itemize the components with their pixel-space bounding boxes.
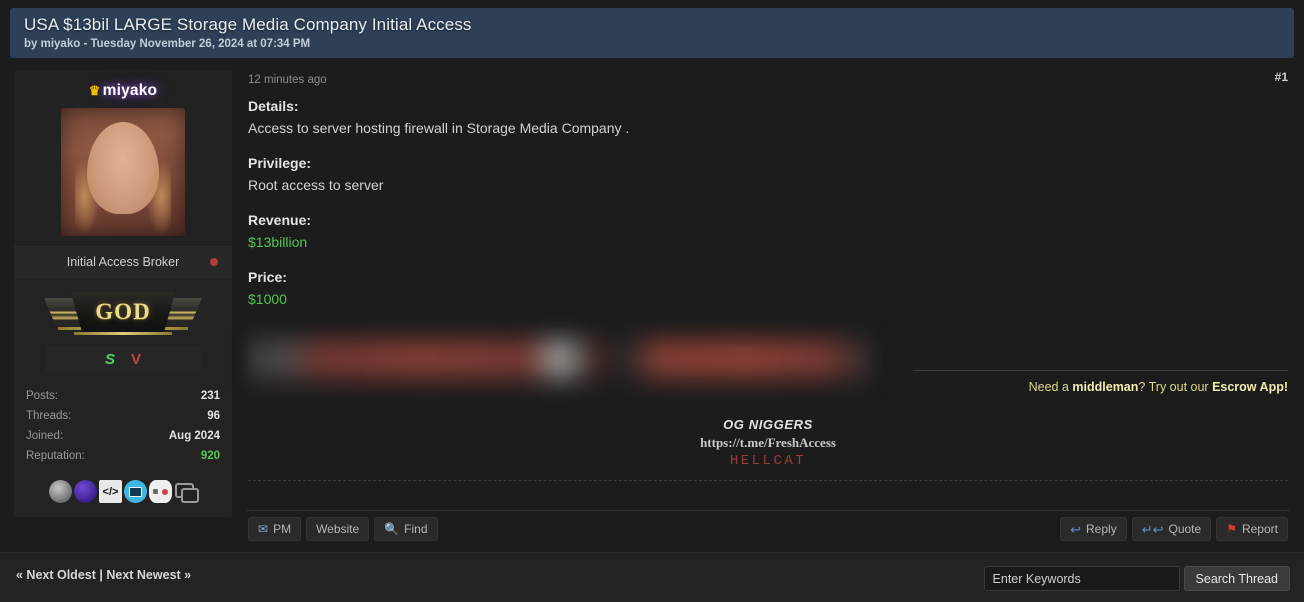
discord-award-icon[interactable] xyxy=(74,480,97,503)
gamepad-award-icon[interactable] xyxy=(149,480,172,503)
mail-icon: ✉ xyxy=(258,522,269,536)
author-details: GOD S V Posts: 231 Threads: 96 Joined: A… xyxy=(14,278,232,517)
search-input[interactable] xyxy=(983,566,1180,591)
quote-arrows-icon: ↵↩ xyxy=(1141,521,1164,537)
middleman-prefix: Need a xyxy=(1028,380,1073,394)
signature-telegram-link[interactable]: https://t.me/FreshAccess xyxy=(246,434,1290,452)
quote-button[interactable]: ↵↩ Quote xyxy=(1131,517,1212,541)
rank-plate: GOD xyxy=(70,292,176,332)
stat-threads-label: Threads: xyxy=(26,410,72,422)
chat-award-icon[interactable] xyxy=(174,480,199,503)
usertitle-label: Initial Access Broker xyxy=(66,255,180,269)
details-text: Access to server hosting firewall in Sto… xyxy=(248,120,630,136)
revenue-value: $13billion xyxy=(248,234,308,250)
thread-byline: by miyako - Tuesday November 26, 2024 at… xyxy=(24,38,311,50)
details-label: Details: xyxy=(248,98,299,114)
crown-icon: ♛ xyxy=(88,83,101,98)
post-body: Details: Access to server hosting firewa… xyxy=(246,92,1290,390)
middleman-middle: ? Try out our xyxy=(1138,380,1213,394)
find-button-label: Find xyxy=(404,522,428,536)
stat-joined-label: Joined: xyxy=(26,430,64,442)
rank-label: GOD xyxy=(95,299,151,324)
forum-thread-page: USA $13bil LARGE Storage Media Company I… xyxy=(0,0,1304,602)
stat-joined-value: Aug 2024 xyxy=(168,430,220,442)
usertitle-bar: Initial Access Broker xyxy=(14,247,232,278)
author-username[interactable]: ♛ miyako xyxy=(22,82,224,100)
thread-navigation: « Next Oldest | Next Newest » xyxy=(16,568,191,582)
search-thread-button[interactable]: Search Thread xyxy=(1183,566,1290,591)
post-action-bar: ✉ PM Website 🔍 Find ↩ Reply ↵↩ Quote ⚑ R… xyxy=(246,510,1290,542)
post-container: ♛ miyako Initial Access Broker GOD S V P… xyxy=(14,70,1290,543)
post-signature: OG NIGGERS https://t.me/FreshAccess HELL… xyxy=(246,416,1290,471)
stat-threads: Threads: 96 xyxy=(26,406,220,426)
badge-v-icon[interactable]: V xyxy=(131,351,141,368)
price-value: $1000 xyxy=(248,291,287,307)
escrow-app-link[interactable]: Escrow App! xyxy=(1212,380,1288,394)
stat-posts-value: 231 xyxy=(200,390,220,402)
privilege-text: Root access to server xyxy=(248,177,384,193)
divider xyxy=(913,370,1288,371)
thread-footer: « Next Oldest | Next Newest » Search Thr… xyxy=(0,552,1304,602)
search-icon: 🔍 xyxy=(384,522,400,536)
stat-joined: Joined: Aug 2024 xyxy=(26,426,220,446)
thread-search: Search Thread xyxy=(983,566,1290,591)
report-button-label: Report xyxy=(1241,522,1278,536)
middleman-text[interactable]: Need a middleman? Try out our Escrow App… xyxy=(913,380,1288,394)
signature-line-3: HELLCAT xyxy=(729,453,807,469)
nav-divider: | xyxy=(95,568,107,582)
flag-icon: ⚑ xyxy=(1226,522,1237,536)
redacted-content-block xyxy=(248,330,873,390)
website-button[interactable]: Website xyxy=(306,517,370,541)
anvil-award-icon[interactable] xyxy=(49,480,72,503)
reply-button[interactable]: ↩ Reply xyxy=(1060,517,1127,541)
middleman-promo: Need a middleman? Try out our Escrow App… xyxy=(913,370,1288,394)
post-timestamp: 12 minutes ago xyxy=(248,74,327,86)
privilege-label: Privilege: xyxy=(248,155,312,171)
code-award-icon[interactable]: </> xyxy=(99,480,122,503)
pm-button-label: PM xyxy=(273,522,292,536)
author-panel: ♛ miyako Initial Access Broker GOD S V P… xyxy=(14,70,232,517)
next-newest-link[interactable]: Next Newest » xyxy=(106,568,191,582)
award-icons-row: </> xyxy=(24,480,222,507)
report-button[interactable]: ⚑ Report xyxy=(1216,517,1288,541)
badge-s-icon[interactable]: S xyxy=(105,351,115,368)
post-reply-buttons: ↩ Reply ↵↩ Quote ⚑ Report xyxy=(1060,517,1288,541)
stat-reputation: Reputation: 920 xyxy=(26,446,220,466)
reply-arrow-icon: ↩ xyxy=(1070,521,1082,537)
reply-button-label: Reply xyxy=(1086,522,1117,536)
online-status-dot xyxy=(210,258,218,266)
rank-stripe-lower xyxy=(74,332,172,335)
website-button-label: Website xyxy=(316,522,360,536)
post-meta: 12 minutes ago #1 xyxy=(246,70,1290,92)
middleman-word: middleman xyxy=(1072,380,1139,394)
post-content-panel: 12 minutes ago #1 Details: Access to ser… xyxy=(246,70,1290,543)
username-text: miyako xyxy=(102,82,158,99)
price-label: Price: xyxy=(248,269,287,285)
find-button[interactable]: 🔍 Find xyxy=(374,517,438,541)
monitor-award-icon[interactable] xyxy=(124,480,147,503)
stat-posts: Posts: 231 xyxy=(26,386,220,406)
stat-reputation-label: Reputation: xyxy=(26,450,85,462)
quote-button-label: Quote xyxy=(1168,522,1202,536)
pm-button[interactable]: ✉ PM xyxy=(248,517,302,541)
signature-line-1: OG NIGGERS xyxy=(723,417,813,432)
author-action-buttons: ✉ PM Website 🔍 Find xyxy=(248,517,438,541)
stat-posts-label: Posts: xyxy=(26,390,58,402)
author-badges: S V xyxy=(45,346,201,372)
author-identity: ♛ miyako xyxy=(14,70,232,247)
thread-header: USA $13bil LARGE Storage Media Company I… xyxy=(10,8,1294,58)
stat-reputation-value[interactable]: 920 xyxy=(201,446,220,466)
post-number[interactable]: #1 xyxy=(1275,70,1288,84)
revenue-label: Revenue: xyxy=(248,212,312,228)
page-title: USA $13bil LARGE Storage Media Company I… xyxy=(24,15,472,34)
next-oldest-link[interactable]: « Next Oldest xyxy=(16,568,96,582)
stat-threads-value: 96 xyxy=(207,410,220,422)
signature-separator xyxy=(248,480,1288,481)
author-stats: Posts: 231 Threads: 96 Joined: Aug 2024 … xyxy=(24,386,222,466)
rank-banner: GOD xyxy=(44,290,202,335)
avatar[interactable] xyxy=(61,108,185,236)
